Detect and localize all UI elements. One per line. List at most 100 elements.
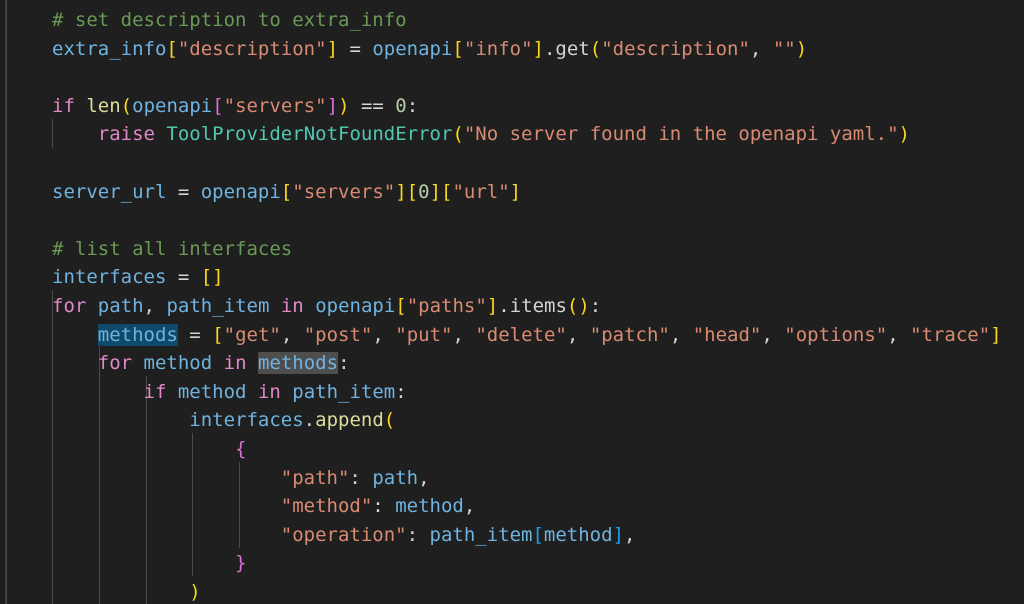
code-content[interactable]: # set description to extra_info extra_inf… — [0, 0, 1024, 604]
code-token: in — [280, 295, 304, 317]
code-token: , — [418, 466, 430, 489]
code-token: "options" — [784, 323, 888, 346]
code-line[interactable] — [0, 206, 52, 235]
code-token: ] — [326, 94, 339, 117]
code-token: () — [566, 295, 590, 317]
code-token: [ — [452, 37, 464, 60]
code-line[interactable]: if len(openapi["servers"]) == 0: — [0, 92, 418, 121]
code-token: method — [395, 495, 464, 518]
code-line[interactable]: ) — [0, 578, 201, 604]
code-token: ) — [898, 123, 910, 146]
code-token: for — [97, 352, 133, 375]
code-token: openapi — [372, 37, 453, 60]
code-token: method — [543, 523, 613, 546]
code-token: , — [463, 495, 476, 518]
code-token: path_item — [292, 380, 396, 403]
code-token: . — [543, 37, 556, 60]
code-token: ) — [189, 581, 201, 603]
code-token: = — [338, 37, 373, 60]
code-token: , — [280, 323, 304, 346]
code-token: , — [669, 323, 693, 346]
code-line[interactable]: server_url = openapi["servers"][0]["url"… — [0, 178, 521, 207]
code-token: ( — [452, 123, 464, 146]
code-token: , — [749, 37, 773, 60]
code-line[interactable]: "path": path, — [0, 464, 430, 493]
code-token: [ — [280, 180, 293, 203]
code-token: } — [235, 552, 247, 575]
code-line[interactable]: # list all interfaces — [0, 235, 292, 264]
code-token: ] — [395, 180, 407, 203]
code-token: "description" — [177, 37, 327, 60]
code-token: "description" — [601, 37, 750, 60]
code-token: = — [177, 323, 213, 346]
code-token: "delete" — [475, 323, 567, 346]
code-line[interactable]: "operation": path_item[method], — [0, 521, 636, 550]
code-token: . — [498, 295, 510, 317]
code-line[interactable]: if method in path_item: — [0, 378, 407, 407]
code-token: openapi — [132, 94, 213, 117]
code-line[interactable]: interfaces.append( — [0, 406, 395, 435]
code-token: "paths" — [406, 295, 487, 317]
code-line[interactable]: extra_info["description"] = openapi["inf… — [0, 35, 807, 64]
code-token: [ — [406, 180, 419, 203]
code-line[interactable] — [0, 63, 52, 92]
code-line[interactable]: for method in methods: — [0, 349, 350, 378]
code-token: "" — [772, 37, 796, 60]
code-line[interactable]: methods = ["get", "post", "put", "delete… — [0, 321, 1002, 350]
code-token: if — [52, 94, 75, 117]
code-token: "No server found in the openapi yaml." — [463, 123, 899, 146]
code-token: "head" — [692, 323, 762, 346]
code-token: append — [315, 409, 384, 432]
code-line[interactable]: interfaces = [] — [0, 263, 224, 292]
code-token: , — [566, 323, 590, 346]
code-token: path_item — [166, 295, 270, 317]
code-token: "info" — [463, 37, 533, 60]
code-token: . — [303, 409, 316, 432]
code-line[interactable]: # set description to extra_info — [0, 6, 407, 35]
code-line[interactable]: { — [0, 435, 246, 464]
code-token: 0 — [395, 94, 407, 117]
code-token: ] — [990, 323, 1002, 346]
code-token: { — [235, 438, 247, 460]
code-token: ( — [120, 94, 133, 117]
code-token: [] — [200, 266, 224, 289]
code-editor[interactable]: # set description to extra_info extra_inf… — [0, 0, 1024, 604]
code-token: ] — [612, 523, 625, 546]
code-token: [ — [212, 323, 224, 346]
code-token: : — [349, 466, 373, 489]
code-token: "trace" — [910, 323, 991, 346]
code-line[interactable]: } — [0, 549, 246, 578]
code-line[interactable] — [0, 149, 52, 178]
code-token: in — [257, 380, 281, 403]
code-token: ] — [429, 180, 442, 203]
code-token: , — [887, 323, 911, 346]
code-token: [ — [395, 295, 407, 317]
code-token: "servers" — [292, 180, 396, 203]
code-token: : — [406, 523, 430, 546]
code-line[interactable]: raise ToolProviderNotFoundError("No serv… — [0, 120, 910, 149]
selected-token: methods — [97, 323, 178, 346]
code-token: , — [143, 295, 167, 317]
code-line[interactable]: "method": method, — [0, 492, 476, 521]
code-line[interactable]: for path, path_item in openapi["paths"].… — [0, 292, 601, 321]
code-token: extra_info — [52, 37, 167, 60]
code-token: server_url — [52, 180, 167, 203]
code-token: path — [97, 295, 144, 317]
